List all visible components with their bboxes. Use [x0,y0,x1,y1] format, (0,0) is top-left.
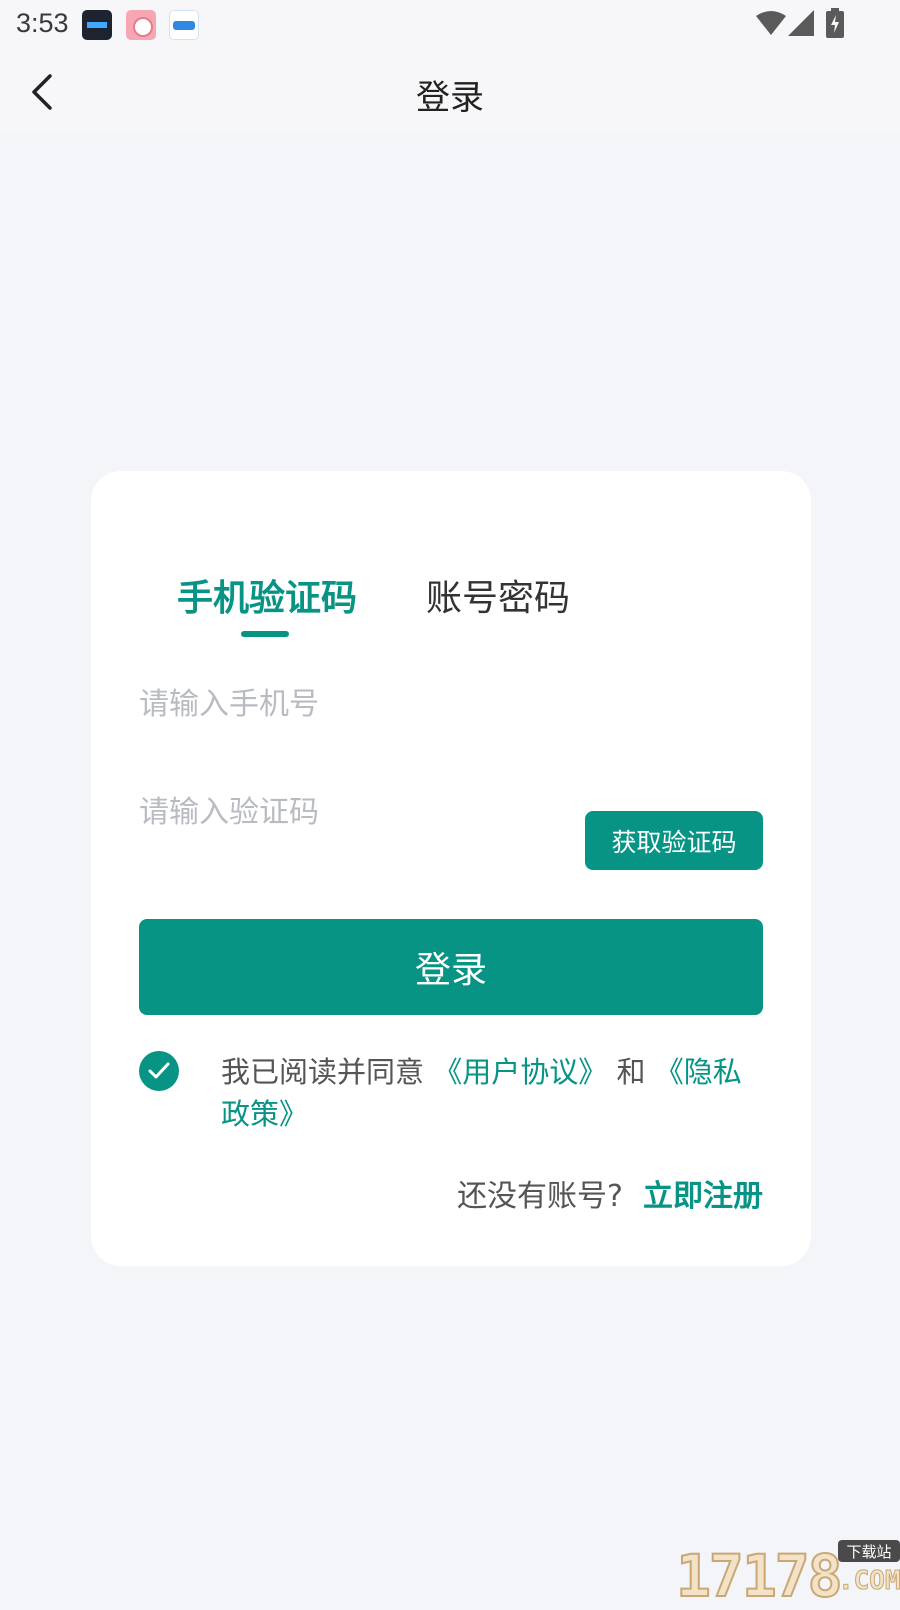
register-prompt: 还没有账号? [457,1179,623,1214]
register-row: 还没有账号? 立即注册 [457,1171,763,1215]
code-input[interactable] [139,782,559,842]
page-title: 登录 [416,78,484,118]
agreement-checkbox[interactable] [139,1051,179,1091]
tab-indicator [241,631,289,637]
rice-bowl-app-icon [126,10,156,40]
status-time: 3:53 [16,8,69,38]
site-watermark: 17178 下载站 .COM [675,1538,900,1610]
battery-charging-icon [826,8,844,38]
login-button[interactable]: 登录 [139,919,763,1015]
status-bar: 3:53 [0,0,900,50]
watermark-suffix: .COM [838,1566,900,1597]
login-card: 手机验证码 账号密码 获取验证码 登录 我已阅读并同意 《用户协议》 和 《隐私… [91,471,811,1266]
tab-account-password[interactable]: 账号密码 [426,569,570,621]
register-link[interactable]: 立即注册 [643,1179,763,1214]
blue-app-icon [169,10,199,40]
app-bar: 登录 [0,50,900,134]
agreement-and: 和 [616,1055,646,1089]
checkmark-icon [148,1062,170,1079]
agreement-prefix: 我已阅读并同意 [221,1055,425,1089]
clock-widget-app-icon [82,10,112,40]
phone-input[interactable] [139,674,759,734]
get-code-button[interactable]: 获取验证码 [585,811,763,870]
user-agreement-link[interactable]: 《用户协议》 [433,1055,607,1089]
wifi-icon [756,11,786,35]
watermark-badge: 下载站 [838,1540,900,1562]
tab-sms-code[interactable]: 手机验证码 [177,569,357,621]
agreement-text: 我已阅读并同意 《用户协议》 和 《隐私政策》 [221,1051,761,1135]
signal-icon [788,10,814,36]
